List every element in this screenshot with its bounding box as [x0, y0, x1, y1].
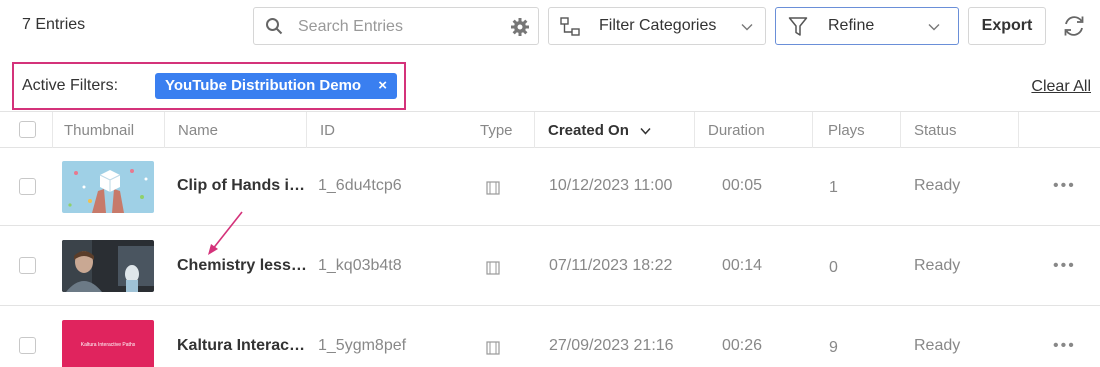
thumbnail[interactable]: [62, 240, 154, 292]
filter-categories-dropdown[interactable]: Filter Categories: [548, 7, 766, 45]
refine-label: Refine: [828, 17, 875, 34]
more-actions-icon[interactable]: •••: [1053, 177, 1076, 195]
entry-status: Ready: [914, 257, 961, 274]
entry-created-on: 10/12/2023 11:00: [549, 177, 673, 194]
row-checkbox[interactable]: [19, 178, 36, 195]
export-button[interactable]: Export: [968, 7, 1046, 45]
entry-status: Ready: [914, 337, 961, 354]
thumbnail[interactable]: Kaltura Interactive Paths: [62, 320, 154, 367]
entry-name[interactable]: Kaltura Interac…: [177, 337, 305, 355]
search-icon: [266, 18, 283, 35]
sort-chevron-down-icon[interactable]: [640, 127, 651, 135]
col-created-on[interactable]: Created On: [548, 122, 629, 139]
col-type[interactable]: Type: [480, 122, 513, 139]
remove-filter-icon[interactable]: ×: [378, 73, 387, 99]
video-type-icon: [486, 181, 500, 195]
col-plays[interactable]: Plays: [828, 122, 865, 139]
column-divider: [52, 112, 53, 148]
entry-created-on: 27/09/2023 21:16: [549, 337, 674, 354]
entry-plays: 1: [829, 179, 838, 196]
table-row[interactable]: Clip of Hands i… 1_6du4tcp6 10/12/2023 1…: [0, 148, 1100, 226]
col-id[interactable]: ID: [320, 122, 335, 139]
table-row[interactable]: Chemistry less… 1_kq03b4t8 07/11/2023 18…: [0, 227, 1100, 306]
select-all-checkbox[interactable]: [19, 121, 36, 138]
active-filters-label: Active Filters:: [22, 77, 119, 94]
entry-duration: 00:14: [722, 257, 763, 274]
toolbar: 7 Entries Fil: [0, 0, 1100, 52]
chevron-down-icon: [741, 24, 753, 31]
filter-categories-label: Filter Categories: [599, 17, 717, 34]
table-header: Thumbnail Name ID Type Created On Durati…: [0, 111, 1100, 148]
col-name[interactable]: Name: [178, 122, 218, 139]
entry-duration: 00:05: [722, 177, 763, 194]
entry-plays: 0: [829, 259, 838, 276]
refine-dropdown[interactable]: Refine: [775, 7, 959, 45]
column-divider: [694, 112, 695, 148]
gear-icon[interactable]: [510, 17, 530, 37]
funnel-icon: [788, 17, 808, 36]
entries-count: 7 Entries: [22, 16, 86, 33]
column-divider: [534, 112, 535, 148]
table-row[interactable]: Kaltura Interactive Paths Kaltura Intera…: [0, 307, 1100, 367]
categories-icon: [560, 17, 580, 36]
thumbnail-caption: Kaltura Interactive Paths: [80, 342, 136, 348]
column-divider: [900, 112, 901, 148]
entry-name[interactable]: Clip of Hands i…: [177, 177, 305, 195]
row-checkbox[interactable]: [19, 337, 36, 354]
entry-name[interactable]: Chemistry less…: [177, 257, 307, 275]
search-input[interactable]: [298, 16, 498, 38]
column-divider: [812, 112, 813, 148]
filter-tag[interactable]: YouTube Distribution Demo ×: [155, 73, 397, 99]
col-thumbnail: Thumbnail: [64, 122, 135, 139]
column-divider: [164, 112, 165, 148]
entry-created-on: 07/11/2023 18:22: [549, 257, 673, 274]
entry-id: 1_5ygm8pef: [318, 337, 407, 354]
more-actions-icon[interactable]: •••: [1053, 337, 1076, 355]
refresh-icon[interactable]: [1060, 12, 1088, 40]
more-actions-icon[interactable]: •••: [1053, 257, 1076, 275]
annotation-arrow-icon: [208, 211, 243, 255]
column-divider: [306, 112, 307, 148]
entry-duration: 00:26: [722, 337, 763, 354]
video-type-icon: [486, 341, 500, 355]
row-checkbox[interactable]: [19, 257, 36, 274]
column-divider: [1018, 112, 1019, 148]
entry-id: 1_6du4tcp6: [318, 177, 402, 194]
entry-plays: 9: [829, 339, 838, 356]
video-type-icon: [486, 261, 500, 275]
filter-tag-label: YouTube Distribution Demo: [165, 77, 362, 94]
col-duration[interactable]: Duration: [708, 122, 765, 139]
entry-id: 1_kq03b4t8: [318, 257, 402, 274]
thumbnail[interactable]: [62, 161, 154, 213]
search-box[interactable]: [253, 7, 539, 45]
entry-status: Ready: [914, 177, 961, 194]
clear-all-link[interactable]: Clear All: [1031, 78, 1091, 96]
col-status[interactable]: Status: [914, 122, 957, 139]
chevron-down-icon: [928, 24, 940, 31]
active-filters-bar: Active Filters: YouTube Distribution Dem…: [0, 62, 1100, 112]
